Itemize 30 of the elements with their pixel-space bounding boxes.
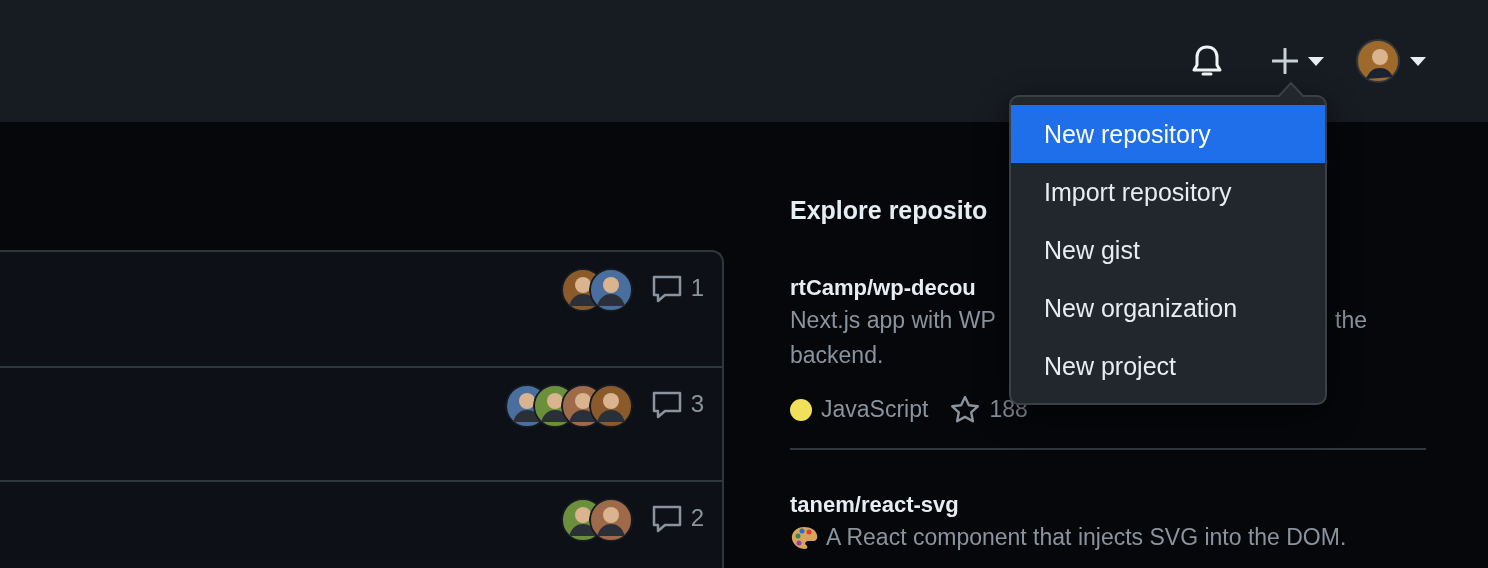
comment-count: 3	[690, 389, 704, 419]
caret-icon	[1410, 56, 1426, 66]
repo-description: A React component that injects SVG into the DOM.	[826, 523, 1347, 552]
comment-icon	[650, 274, 683, 304]
bell-icon	[1192, 44, 1222, 78]
menu-item[interactable]: New gist	[1011, 221, 1325, 279]
avatar-icon	[1356, 39, 1400, 83]
language-label: JavaScript	[821, 396, 929, 423]
menu-item[interactable]: Import repository	[1011, 163, 1325, 221]
avatar-icon	[588, 498, 633, 542]
repo-description: the	[1335, 306, 1367, 335]
new-button[interactable]	[1272, 48, 1324, 74]
menu-item[interactable]: New project	[1011, 337, 1325, 395]
avatar-icon	[588, 268, 633, 312]
profile-button[interactable]	[1356, 39, 1426, 83]
section-title: Explore reposito	[790, 196, 989, 225]
menu-item[interactable]: New repository	[1011, 105, 1325, 163]
repo-link[interactable]: tanem/react-svg	[790, 490, 1426, 520]
comment-count: 2	[690, 503, 704, 533]
notifications-button[interactable]	[1192, 44, 1222, 78]
repo-description: Next.js app with WP	[790, 306, 996, 335]
menu-item[interactable]: New organization	[1011, 279, 1325, 337]
plus-icon	[1272, 48, 1298, 74]
comment-count: 1	[690, 273, 704, 303]
comment-icon	[650, 390, 683, 420]
avatar-icon	[588, 384, 633, 428]
caret-icon	[1308, 56, 1324, 66]
comment-icon	[650, 504, 683, 534]
star-icon	[950, 395, 981, 424]
repo-description: backend.	[790, 342, 884, 368]
